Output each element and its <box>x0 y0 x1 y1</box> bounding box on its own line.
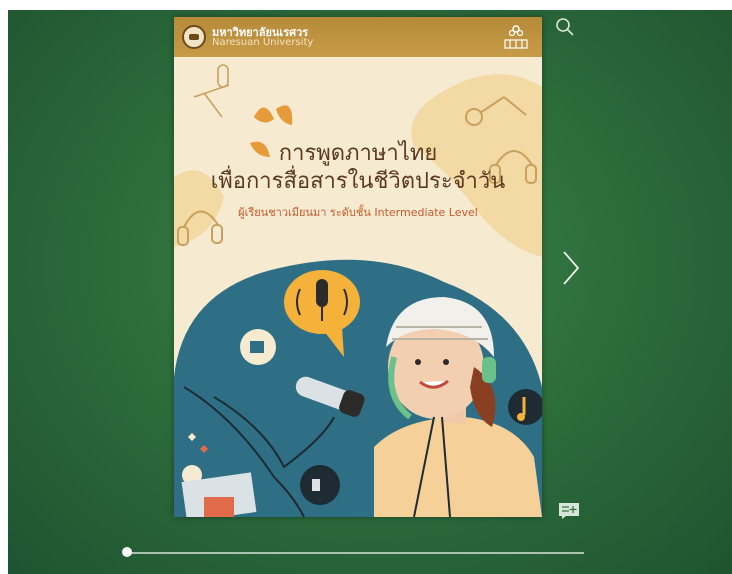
cover-header-bar: มหาวิทยาลัยนเรศวร Naresuan University <box>174 17 542 57</box>
book-subtitle: ผู้เรียนชาวเมียนมา ระดับชั้น Intermediat… <box>238 206 478 219</box>
page-slider-track[interactable] <box>128 552 584 554</box>
book-title-line-2: เพื่อการสื่อสารในชีวิตประจำวัน <box>210 169 506 194</box>
chevron-right-icon[interactable] <box>560 248 582 288</box>
publisher-logo-icon <box>504 25 528 49</box>
add-note-icon[interactable] <box>558 502 580 520</box>
search-icon[interactable] <box>554 16 576 38</box>
cover-illustration <box>174 64 542 517</box>
book-cover-page[interactable]: มหาวิทยาลัยนเรศวร Naresuan University กา… <box>174 17 542 517</box>
university-seal-logo <box>182 25 206 49</box>
university-name-english: Naresuan University <box>212 37 314 48</box>
page-slider-thumb[interactable] <box>122 547 132 557</box>
